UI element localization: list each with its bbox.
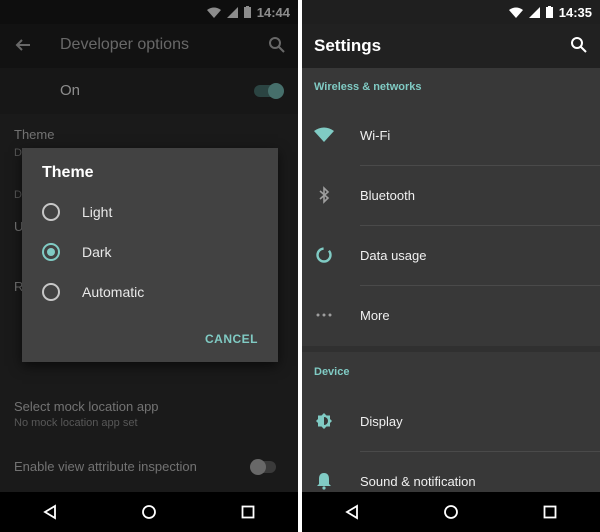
option-label: Dark bbox=[82, 244, 112, 260]
theme-dialog: Theme Light Dark Automatic CANCEL bbox=[22, 148, 278, 362]
dialog-title: Theme bbox=[42, 164, 94, 181]
phone-right-screen: 14:35 Settings Wireless & networks Wi-Fi… bbox=[302, 0, 600, 532]
back-nav-icon[interactable] bbox=[344, 504, 360, 520]
settings-item-label: Sound & notification bbox=[360, 473, 476, 489]
settings-item-label: Bluetooth bbox=[360, 187, 415, 203]
recents-nav-icon[interactable] bbox=[240, 504, 256, 520]
navigation-bar bbox=[302, 492, 600, 532]
toolbar-title: Settings bbox=[314, 36, 382, 55]
home-nav-icon[interactable] bbox=[141, 504, 157, 520]
section-header-device: Device bbox=[314, 366, 350, 378]
settings-item-more[interactable]: More bbox=[302, 286, 600, 344]
settings-item-label: Data usage bbox=[360, 247, 427, 263]
device-section: Device Display Sound & notification bbox=[302, 352, 600, 492]
status-time: 14:35 bbox=[558, 4, 592, 20]
cancel-button[interactable]: CANCEL bbox=[205, 332, 258, 346]
radio-button-unchecked[interactable] bbox=[42, 203, 60, 221]
navigation-bar bbox=[0, 492, 298, 532]
data-usage-icon bbox=[314, 245, 334, 265]
wireless-section: Wireless & networks Wi-Fi Bluetooth Data… bbox=[302, 68, 600, 346]
option-label: Light bbox=[82, 204, 113, 220]
phone-left-screen: 14:44 Developer options On Theme D D U R… bbox=[0, 0, 298, 532]
section-header-wireless: Wireless & networks bbox=[314, 81, 422, 93]
status-bar: 14:35 bbox=[302, 0, 600, 24]
option-label: Automatic bbox=[82, 284, 145, 300]
theme-option-dark[interactable]: Dark bbox=[22, 234, 278, 270]
settings-item-wifi[interactable]: Wi-Fi bbox=[302, 106, 600, 164]
settings-item-label: Wi-Fi bbox=[360, 127, 391, 143]
bluetooth-icon bbox=[314, 185, 334, 205]
search-icon[interactable] bbox=[570, 36, 588, 54]
wifi-status-icon bbox=[508, 7, 523, 18]
recents-nav-icon[interactable] bbox=[542, 504, 558, 520]
radio-button-unchecked[interactable] bbox=[42, 283, 60, 301]
settings-item-data-usage[interactable]: Data usage bbox=[302, 226, 600, 284]
wifi-icon bbox=[314, 125, 334, 145]
settings-item-label: Display bbox=[360, 413, 403, 429]
theme-option-light[interactable]: Light bbox=[22, 194, 278, 230]
toolbar: Settings bbox=[302, 24, 600, 68]
back-nav-icon[interactable] bbox=[42, 504, 58, 520]
radio-button-checked[interactable] bbox=[42, 243, 60, 261]
settings-item-bluetooth[interactable]: Bluetooth bbox=[302, 166, 600, 224]
settings-item-display[interactable]: Display bbox=[302, 392, 600, 450]
battery-status-icon bbox=[545, 6, 553, 18]
settings-item-label: More bbox=[360, 307, 390, 323]
home-nav-icon[interactable] bbox=[443, 504, 459, 520]
more-icon bbox=[314, 305, 334, 325]
display-icon bbox=[314, 411, 334, 431]
theme-option-automatic[interactable]: Automatic bbox=[22, 274, 278, 310]
bell-icon bbox=[314, 471, 334, 491]
signal-status-icon bbox=[528, 6, 540, 18]
